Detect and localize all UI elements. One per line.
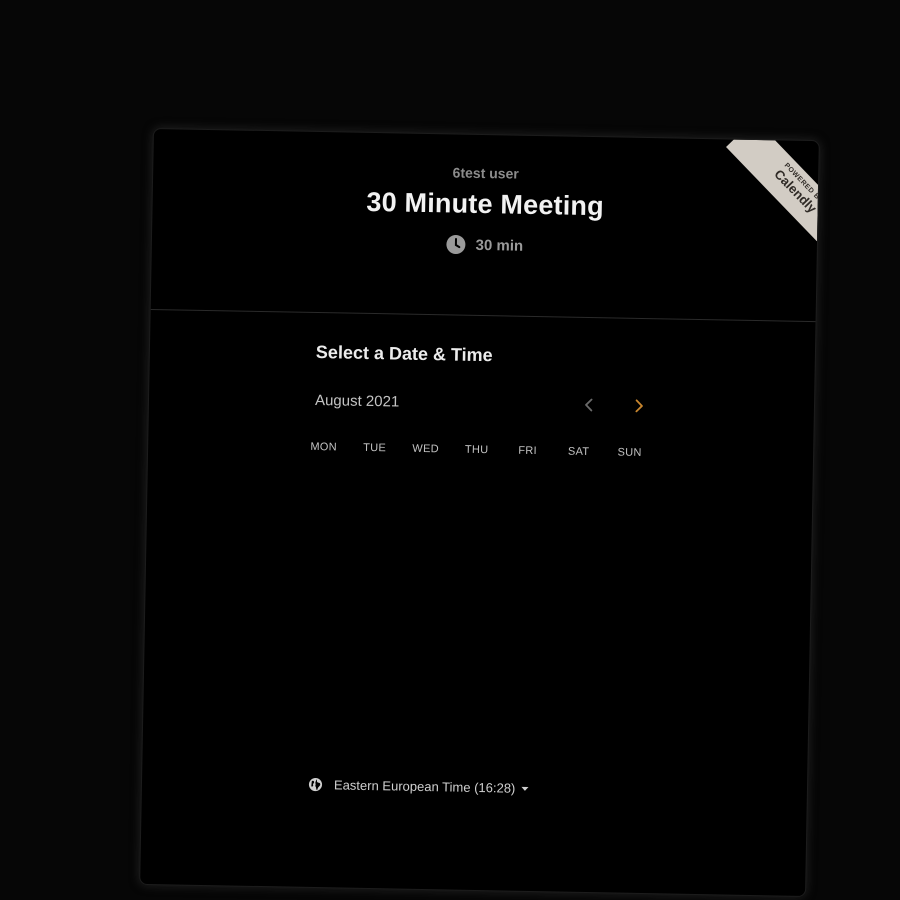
weekday-wed: WED — [412, 442, 440, 456]
timezone-label: Eastern European Time (16:28) — [333, 777, 516, 796]
ribbon-band: POWERED BY Calendly — [726, 139, 819, 242]
globe-icon — [308, 777, 323, 792]
weekday-tue: TUE — [363, 441, 387, 455]
month-label: August 2021 — [314, 391, 400, 411]
previous-month-button[interactable] — [574, 392, 605, 423]
weekday-sun: SUN — [617, 446, 642, 459]
page: 6test user 30 Minute Meeting 30 min POWE… — [0, 0, 900, 900]
timezone-selector[interactable]: Eastern European Time (16:28) — [308, 777, 530, 796]
weekday-mon: MON — [310, 440, 338, 454]
next-month-button[interactable] — [624, 393, 655, 424]
booking-card: 6test user 30 Minute Meeting 30 min POWE… — [139, 127, 820, 898]
weekday-sat: SAT — [567, 445, 590, 459]
scheduler-panel: Select a Date & Time August 2021 MON TUE… — [140, 310, 815, 896]
duration-label: 30 min — [475, 236, 524, 255]
weekday-thu: THU — [464, 443, 489, 457]
caret-down-icon — [521, 785, 529, 791]
chevron-left-icon — [583, 397, 595, 416]
timezone-dropdown[interactable]: Eastern European Time (16:28) — [334, 777, 530, 796]
clock-icon — [445, 234, 466, 255]
chevron-right-icon — [633, 398, 645, 417]
weekday-fri: FRI — [518, 444, 538, 458]
powered-by-ribbon[interactable]: POWERED BY Calendly — [717, 139, 819, 242]
section-title: Select a Date & Time — [315, 341, 493, 366]
weekday-header: MON TUE WED THU FRI SAT SUN — [298, 441, 658, 460]
